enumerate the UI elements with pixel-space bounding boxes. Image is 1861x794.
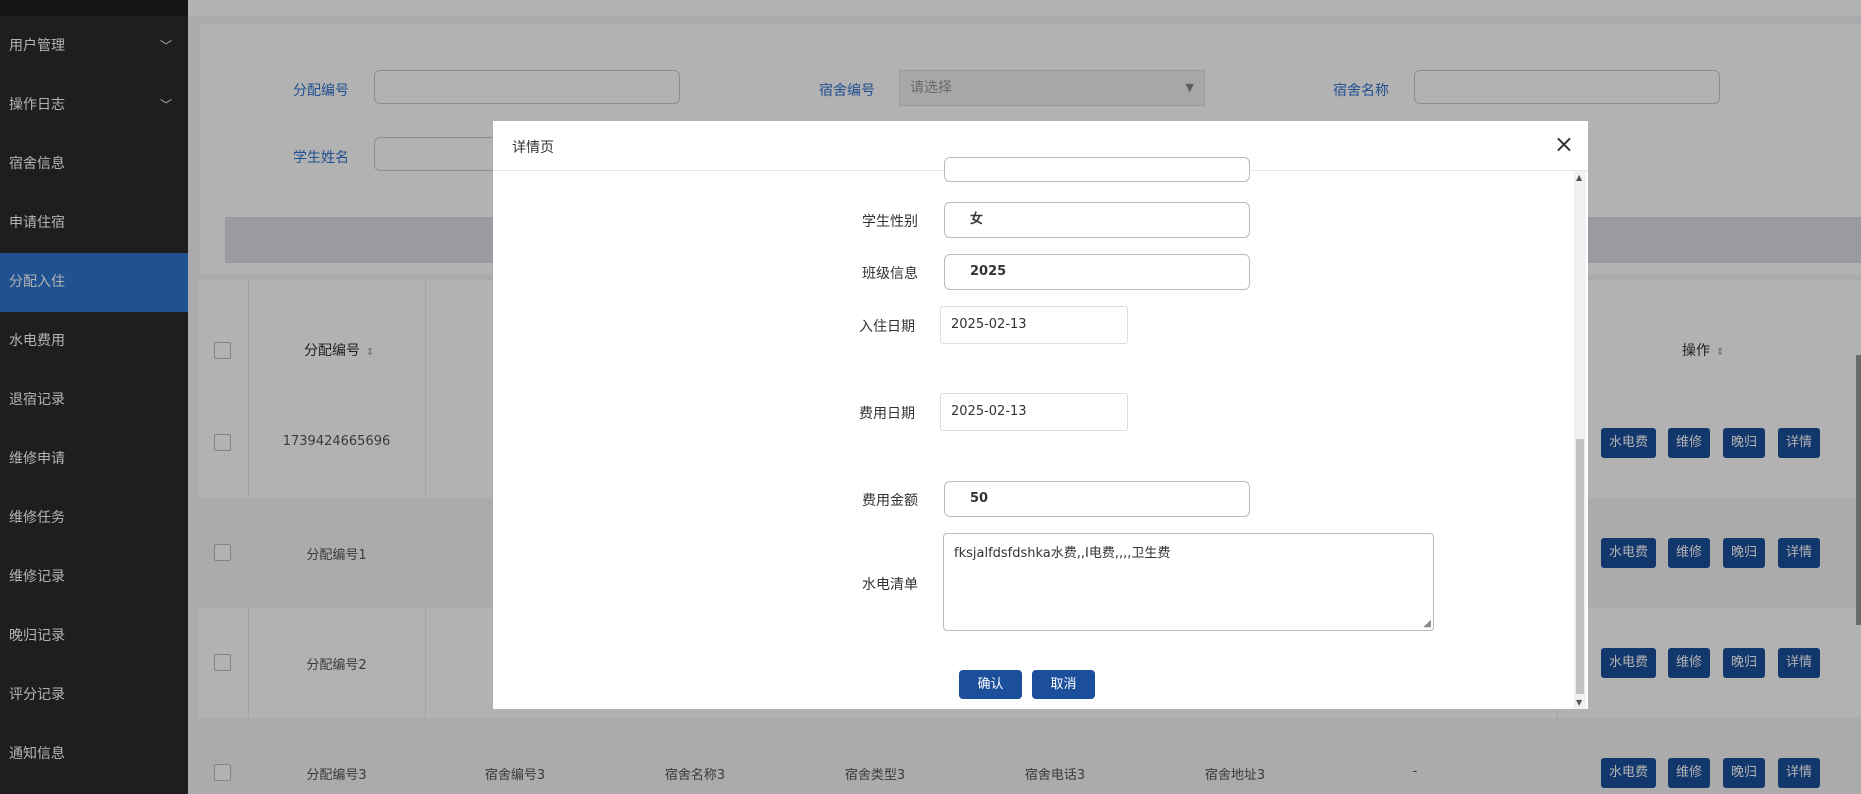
resize-handle-icon[interactable]: ◢: [1423, 618, 1431, 629]
scroll-up-icon[interactable]: ▲: [1576, 173, 1582, 182]
modal-scrollbar[interactable]: ▲ ▼: [1574, 171, 1586, 709]
scroll-down-icon[interactable]: ▼: [1576, 698, 1582, 707]
checkin-date-input[interactable]: 2025-02-13: [940, 306, 1128, 344]
gender-input[interactable]: 女: [944, 202, 1250, 238]
gender-label: 学生性别: [862, 214, 918, 230]
fee-date-input[interactable]: 2025-02-13: [940, 393, 1128, 431]
detail-modal: 详情页 × 学生性别 女 班级信息 2025 入住日期 2025-02-13 费…: [493, 121, 1588, 709]
modal-body: 学生性别 女 班级信息 2025 入住日期 2025-02-13 费用日期 20…: [493, 157, 1588, 709]
utility-list-text: fksjalfdsfdshka水费,,I电费,,,,卫生费: [954, 546, 1171, 561]
class-label: 班级信息: [862, 266, 918, 282]
class-input[interactable]: 2025: [944, 254, 1250, 290]
scrollbar-thumb[interactable]: [1576, 439, 1584, 694]
modal-title: 详情页: [512, 140, 554, 156]
close-icon[interactable]: ×: [1554, 130, 1574, 158]
utility-list-label: 水电清单: [862, 577, 918, 593]
amount-label: 费用金额: [862, 493, 918, 509]
student-phone-input[interactable]: [944, 157, 1250, 182]
confirm-button[interactable]: 确认: [959, 670, 1022, 699]
fee-date-label: 费用日期: [859, 406, 915, 422]
cancel-button[interactable]: 取消: [1032, 670, 1095, 699]
amount-input[interactable]: 50: [944, 481, 1250, 517]
checkin-date-label: 入住日期: [859, 319, 915, 335]
utility-list-textarea[interactable]: fksjalfdsfdshka水费,,I电费,,,,卫生费 ◢: [943, 533, 1434, 631]
